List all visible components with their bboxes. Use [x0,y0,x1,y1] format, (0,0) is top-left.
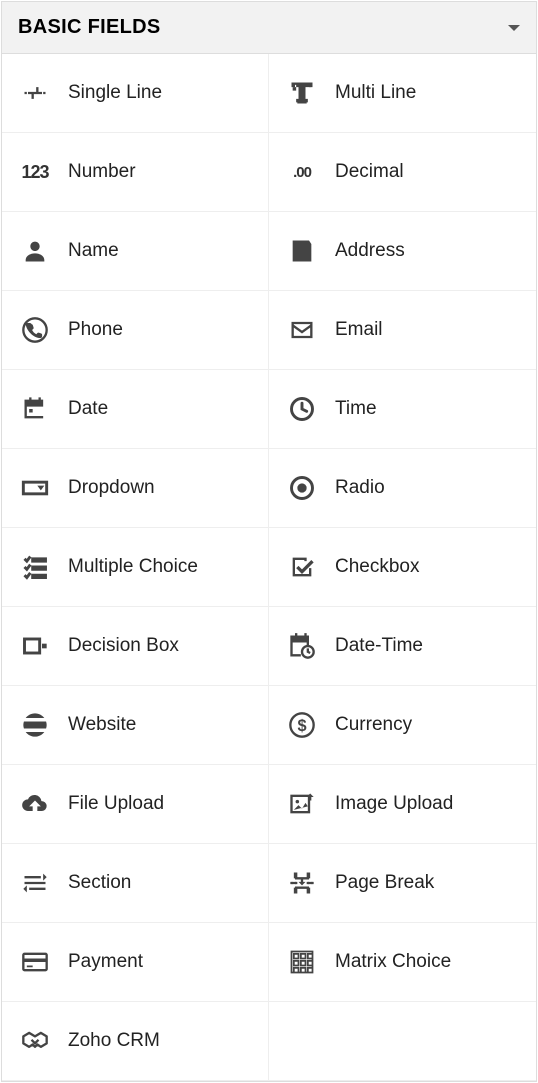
section-icon [20,868,50,898]
field-label: Section [68,872,131,894]
field-label: Time [335,398,377,420]
field-label: Multiple Choice [68,556,198,578]
panel-header[interactable]: BASIC FIELDS [2,2,536,54]
field-phone[interactable]: Phone [2,291,269,370]
field-date[interactable]: Date [2,370,269,449]
field-label: Matrix Choice [335,951,451,973]
field-label: Date [68,398,108,420]
single-line-icon [20,78,50,108]
field-label: Checkbox [335,556,420,578]
field-time[interactable]: Time [269,370,536,449]
field-label: Radio [335,477,385,499]
field-file-upload[interactable]: File Upload [2,765,269,844]
field-currency[interactable]: $ Currency [269,686,536,765]
credit-card-icon [20,947,50,977]
field-label: Website [68,714,136,736]
checklist-icon [20,552,50,582]
field-multiple-choice[interactable]: Multiple Choice [2,528,269,607]
checkbox-icon [287,552,317,582]
page-break-icon [287,868,317,898]
multi-line-icon [287,78,317,108]
field-label: Address [335,240,405,262]
clock-icon [287,394,317,424]
field-label: Payment [68,951,143,973]
field-label: Currency [335,714,412,736]
field-label: Dropdown [68,477,155,499]
field-address[interactable]: Address [269,212,536,291]
field-matrix-choice[interactable]: Matrix Choice [269,923,536,1002]
field-decimal[interactable]: .00 Decimal [269,133,536,212]
image-upload-icon [287,789,317,819]
address-icon [287,236,317,266]
cloud-upload-icon [20,789,50,819]
radio-icon [287,473,317,503]
field-label: Phone [68,319,123,341]
handshake-icon [20,1026,50,1056]
field-decision-box[interactable]: Decision Box [2,607,269,686]
field-label: Number [68,161,136,183]
field-checkbox[interactable]: Checkbox [269,528,536,607]
dropdown-icon [20,473,50,503]
basic-fields-panel: BASIC FIELDS Single Line Multi Line 123 … [1,1,537,1082]
field-label: Decision Box [68,635,179,657]
calendar-icon [20,394,50,424]
field-multi-line[interactable]: Multi Line [269,54,536,133]
number-icon: 123 [20,157,50,187]
decimal-icon: .00 [287,157,317,187]
field-label: Multi Line [335,82,416,104]
field-label: Decimal [335,161,404,183]
field-label: Date-Time [335,635,423,657]
empty-cell [269,1002,536,1081]
field-section[interactable]: Section [2,844,269,923]
field-number[interactable]: 123 Number [2,133,269,212]
field-label: File Upload [68,793,164,815]
email-icon [287,315,317,345]
field-payment[interactable]: Payment [2,923,269,1002]
globe-icon [20,710,50,740]
field-single-line[interactable]: Single Line [2,54,269,133]
field-radio[interactable]: Radio [269,449,536,528]
grid-icon [287,947,317,977]
field-label: Image Upload [335,793,453,815]
panel-title: BASIC FIELDS [18,16,161,39]
chevron-down-icon [508,25,520,31]
field-label: Page Break [335,872,434,894]
field-label: Single Line [68,82,162,104]
field-name[interactable]: Name [2,212,269,291]
field-email[interactable]: Email [269,291,536,370]
field-page-break[interactable]: Page Break [269,844,536,923]
person-icon [20,236,50,266]
phone-icon [20,315,50,345]
currency-icon: $ [287,710,317,740]
field-date-time[interactable]: Date-Time [269,607,536,686]
field-label: Zoho CRM [68,1030,160,1052]
svg-text:$: $ [297,717,306,735]
field-label: Name [68,240,119,262]
field-zoho-crm[interactable]: Zoho CRM [2,1002,269,1081]
field-image-upload[interactable]: Image Upload [269,765,536,844]
date-time-icon [287,631,317,661]
decision-box-icon [20,631,50,661]
field-dropdown[interactable]: Dropdown [2,449,269,528]
fields-grid: Single Line Multi Line 123 Number .00 De… [2,54,536,1081]
field-website[interactable]: Website [2,686,269,765]
field-label: Email [335,319,383,341]
